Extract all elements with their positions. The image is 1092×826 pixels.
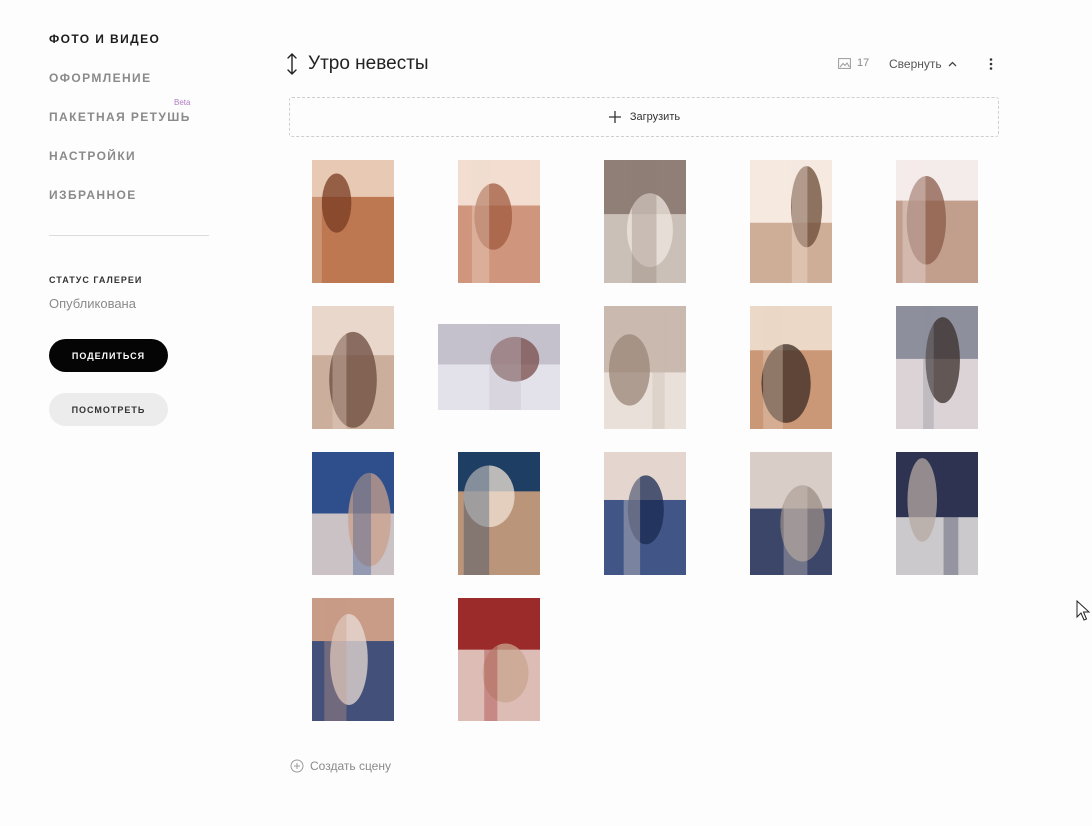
- plus-icon: [608, 111, 621, 123]
- share-button[interactable]: ПОДЕЛИТЬСЯ: [49, 339, 168, 372]
- photo-thumbnail[interactable]: [896, 451, 978, 575]
- view-button[interactable]: ПОСМОТРЕТЬ: [49, 393, 168, 426]
- image-icon: [838, 57, 851, 69]
- photo-image: [896, 451, 978, 575]
- nav-photo-video[interactable]: ФОТО И ВИДЕО: [49, 32, 160, 46]
- collapse-button[interactable]: Свернуть: [889, 57, 957, 71]
- gallery-status-value: Опубликована: [49, 296, 136, 311]
- photo-thumbnail[interactable]: [312, 305, 394, 429]
- photo-image: [458, 597, 540, 721]
- scene-title[interactable]: Утро невесты: [308, 53, 429, 75]
- photo-thumbnail[interactable]: [750, 305, 832, 429]
- reorder-arrows-icon[interactable]: [284, 52, 300, 76]
- photo-thumbnail[interactable]: [312, 451, 394, 575]
- chevron-up-icon: [948, 61, 957, 67]
- photo-thumbnail[interactable]: [750, 159, 832, 283]
- nav-favorites[interactable]: ИЗБРАННОЕ: [49, 188, 137, 202]
- scene-header: Утро невесты 17 Свернуть: [284, 50, 1000, 80]
- create-scene-button[interactable]: Создать сцену: [290, 759, 391, 773]
- photo-image: [604, 159, 686, 283]
- create-scene-label: Создать сцену: [310, 759, 391, 773]
- upload-dropzone[interactable]: Загрузить: [289, 97, 999, 137]
- mouse-cursor-icon: [1076, 600, 1090, 621]
- more-options-icon[interactable]: [986, 57, 996, 71]
- photo-thumbnail[interactable]: [458, 597, 540, 721]
- photo-image: [896, 305, 978, 429]
- photo-thumbnail[interactable]: [312, 597, 394, 721]
- photo-thumbnail[interactable]: [604, 451, 686, 575]
- collapse-label: Свернуть: [889, 57, 942, 71]
- photo-thumbnail[interactable]: [604, 305, 686, 429]
- nav-batch-retouch-label: ПАКЕТНАЯ РЕТУШЬ: [49, 110, 191, 124]
- photo-thumbnail[interactable]: [750, 451, 832, 575]
- photo-image: [458, 159, 540, 283]
- photo-thumbnail[interactable]: [438, 324, 560, 410]
- beta-badge: Beta: [174, 98, 191, 107]
- plus-circle-icon: [290, 759, 304, 773]
- photo-image: [312, 305, 394, 429]
- photo-image: [312, 159, 394, 283]
- photo-image: [312, 597, 394, 721]
- photo-image: [750, 159, 832, 283]
- photo-image: [438, 324, 560, 410]
- photo-thumbnail[interactable]: [604, 159, 686, 283]
- photo-thumbnail[interactable]: [312, 159, 394, 283]
- photo-count-value: 17: [857, 57, 870, 69]
- photo-thumbnail[interactable]: [458, 451, 540, 575]
- photo-thumbnail[interactable]: [458, 159, 540, 283]
- photo-thumbnail[interactable]: [896, 159, 978, 283]
- upload-label: Загрузить: [629, 111, 681, 123]
- photo-image: [604, 305, 686, 429]
- sidebar-divider: [49, 235, 209, 236]
- photo-image: [750, 305, 832, 429]
- photo-image: [750, 451, 832, 575]
- nav-design[interactable]: ОФОРМЛЕНИЕ: [49, 71, 151, 85]
- photo-image: [458, 451, 540, 575]
- photo-thumbnail[interactable]: [896, 305, 978, 429]
- nav-batch-retouch[interactable]: ПАКЕТНАЯ РЕТУШЬ Beta: [49, 98, 191, 124]
- photo-image: [604, 451, 686, 575]
- nav-settings[interactable]: НАСТРОЙКИ: [49, 149, 136, 163]
- photo-image: [312, 451, 394, 575]
- photo-image: [896, 159, 978, 283]
- gallery-status-label: СТАТУС ГАЛЕРЕИ: [49, 275, 143, 285]
- photo-count: 17: [838, 57, 869, 69]
